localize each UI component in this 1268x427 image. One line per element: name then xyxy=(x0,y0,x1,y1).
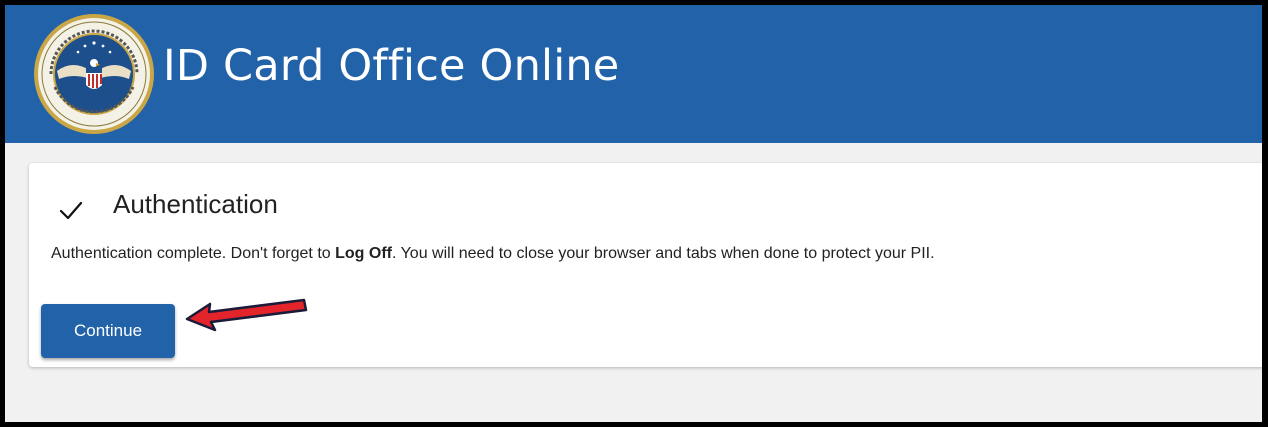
continue-button[interactable]: Continue xyxy=(41,304,175,358)
authentication-panel: Authentication Authentication complete. … xyxy=(29,163,1262,367)
red-arrow-icon xyxy=(185,298,308,332)
log-off-emphasis: Log Off xyxy=(335,245,392,262)
app-header: ID Card Office Online xyxy=(5,5,1262,143)
message-text-end: . You will need to close your browser an… xyxy=(391,245,935,262)
section-title: Authentication xyxy=(113,189,278,219)
message-text: Authentication complete. Don't forget to xyxy=(51,245,336,262)
screenshot-frame: ID Card Office Online Authentication Aut… xyxy=(5,5,1262,422)
app-title: ID Card Office Online xyxy=(163,41,620,91)
checkmark-icon xyxy=(59,201,83,220)
dod-seal-icon xyxy=(34,14,154,134)
authentication-message: Authentication complete. Don't forget to… xyxy=(51,244,935,265)
